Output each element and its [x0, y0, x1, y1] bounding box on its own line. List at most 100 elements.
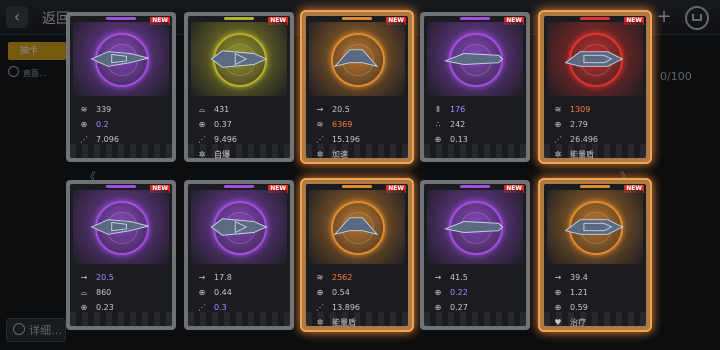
crosshair-icon: ⊕: [434, 288, 442, 297]
reward-card[interactable]: NEW ≋ 339 ⊕ 0.2 ⋰ 7.096: [66, 12, 176, 162]
rarity-bar: [460, 185, 490, 188]
stat-list: ≋ 339 ⊕ 0.2 ⋰ 7.096: [78, 102, 170, 147]
stat-value: 0.22: [450, 288, 468, 297]
stat-value: 339: [96, 105, 112, 114]
stat-list: → 41.5 ⊕ 0.22 ⊕ 0.27: [432, 270, 524, 315]
crosshair-icon: ⊕: [198, 120, 206, 129]
stat-value: 1309: [570, 105, 591, 114]
reward-card[interactable]: NEW≋1309⊕2.79⋰26.496✲能量盾: [540, 12, 650, 162]
hex-pattern: [306, 312, 408, 326]
spaceship-icon: [210, 218, 268, 236]
stat-value: 7.096: [96, 135, 119, 144]
ship-portrait: [191, 22, 287, 96]
hex-pattern: [70, 312, 172, 326]
spaceship-icon: [333, 49, 379, 68]
card-body: NEW → 17.8 ⊕ 0.44 ⋰ 0.3: [188, 184, 290, 326]
stat-list: → 17.8 ⊕ 0.44 ⋰ 0.3: [196, 270, 288, 315]
shield-dome-icon: ⌓: [80, 288, 88, 297]
rarity-bar: [106, 185, 136, 188]
stat-row: ⊕ 0.2: [78, 117, 170, 132]
ship-portrait: [547, 22, 643, 96]
stat-value: 242: [450, 120, 466, 129]
card-body: NEW → 20.5 ⌓ 860 ⊕ 0.23: [70, 184, 172, 326]
stat-value: 0.27: [450, 303, 468, 312]
stat-row: ⌓ 860: [78, 285, 170, 300]
stat-value: 0.3: [214, 303, 227, 312]
stat-value: 6369: [332, 120, 353, 129]
stat-row: ⦀ 176: [432, 102, 524, 117]
reward-card[interactable]: NEW→20.5≋6369⋰15.196✲加速: [302, 12, 412, 162]
stat-row: ∴ 242: [432, 117, 524, 132]
stat-value: 2.79: [570, 120, 588, 129]
armor-icon: ≋: [316, 120, 324, 129]
ship-portrait: [309, 190, 405, 264]
ship-portrait: [427, 190, 523, 264]
rarity-bar: [342, 185, 372, 188]
card-body: NEW → 41.5 ⊕ 0.22 ⊕ 0.27: [424, 184, 526, 326]
reward-card[interactable]: NEW → 17.8 ⊕ 0.44 ⋰ 0.3: [184, 180, 294, 330]
reward-card[interactable]: NEW → 41.5 ⊕ 0.22 ⊕ 0.27: [420, 180, 530, 330]
ship-portrait: [191, 190, 287, 264]
stat-row: ≋ 1309: [552, 102, 644, 117]
speed-arrow-icon: →: [434, 273, 442, 282]
rarity-bar: [580, 17, 610, 20]
ship-portrait: [309, 22, 405, 96]
stat-row: ⌓ 431: [196, 102, 288, 117]
stat-row: ⊕ 1.21: [552, 285, 644, 300]
stat-row: ≋ 2562: [314, 270, 406, 285]
stat-value: 9.496: [214, 135, 237, 144]
bar-stat-icon: ⦀: [436, 105, 440, 114]
rarity-bar: [460, 17, 490, 20]
card-body: NEW⌓431⊕0.37⋰9.496✲自爆: [188, 16, 290, 158]
crosshair-icon: ⊕: [80, 120, 88, 129]
hex-pattern: [306, 144, 408, 158]
shield-dome-icon: ⌓: [198, 105, 206, 114]
stat-value: 860: [96, 288, 112, 297]
stat-value: 0.59: [570, 303, 588, 312]
stat-value: 13.896: [332, 303, 360, 312]
hex-pattern: [424, 144, 526, 158]
stat-value: 1.21: [570, 288, 588, 297]
stat-value: 176: [450, 105, 466, 114]
spaceship-icon: [443, 53, 504, 65]
crosshair-icon: ⊕: [198, 288, 206, 297]
reward-card[interactable]: NEW⌓431⊕0.37⋰9.496✲自爆: [184, 12, 294, 162]
stat-value: 26.496: [570, 135, 598, 144]
stat-value: 20.5: [96, 273, 114, 282]
stat-row: ≋ 6369: [314, 117, 406, 132]
stat-value: 17.8: [214, 273, 232, 282]
reward-card[interactable]: NEW → 20.5 ⌓ 860 ⊕ 0.23: [66, 180, 176, 330]
hex-pattern: [544, 312, 646, 326]
reward-card[interactable]: NEW→39.4⊕1.21⊕0.59♥治疗: [540, 180, 650, 330]
armor-icon: ≋: [80, 105, 88, 114]
stat-value: 0.13: [450, 135, 468, 144]
reward-card[interactable]: NEW≋2562⊕0.54⋰13.896✲能量盾: [302, 180, 412, 330]
rarity-bar: [342, 17, 372, 20]
rarity-bar: [580, 185, 610, 188]
stat-row: → 39.4: [552, 270, 644, 285]
speed-arrow-icon: →: [554, 273, 562, 282]
stat-value: 2562: [332, 273, 353, 282]
reward-card[interactable]: NEW ⦀ 176 ∴ 242 ⊕ 0.13: [420, 12, 530, 162]
rarity-bar: [106, 17, 136, 20]
hex-pattern: [70, 144, 172, 158]
stat-value: 431: [214, 105, 230, 114]
spaceship-icon: [333, 217, 379, 236]
stat-value: 20.5: [332, 105, 350, 114]
crosshair-icon: ⊕: [554, 120, 562, 129]
spaceship-icon: [443, 221, 504, 233]
stat-list: → 20.5 ⌓ 860 ⊕ 0.23: [78, 270, 170, 315]
ship-portrait: [73, 22, 169, 96]
card-body: NEW→20.5≋6369⋰15.196✲加速: [306, 16, 408, 158]
stat-row: → 41.5: [432, 270, 524, 285]
rarity-bar: [224, 17, 254, 20]
stat-row: → 20.5: [78, 270, 170, 285]
stat-value: 0.2: [96, 120, 109, 129]
stat-value: 0.44: [214, 288, 232, 297]
spaceship-icon: [564, 51, 624, 67]
card-body: NEW≋1309⊕2.79⋰26.496✲能量盾: [544, 16, 646, 158]
stat-row: ⊕ 0.54: [314, 285, 406, 300]
ship-portrait: [427, 22, 523, 96]
stat-value: 0.37: [214, 120, 232, 129]
spaceship-icon: [564, 219, 624, 235]
